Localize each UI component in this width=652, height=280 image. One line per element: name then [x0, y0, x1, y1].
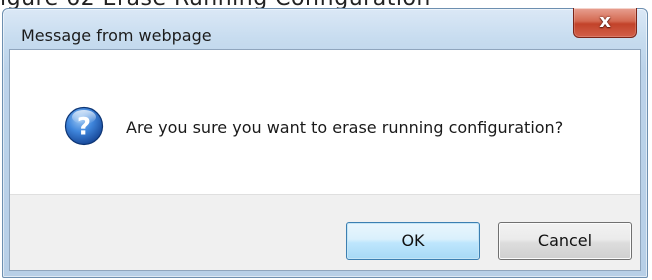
cancel-button[interactable]: Cancel — [498, 222, 632, 260]
dialog-body: ? Are you sure you want to erase running… — [9, 49, 641, 271]
dialog-button-bar: OK Cancel — [10, 194, 640, 270]
dialog-message: Are you sure you want to erase running c… — [126, 118, 564, 137]
svg-text:?: ? — [77, 113, 91, 141]
ok-button[interactable]: OK — [346, 222, 480, 260]
question-icon: ? — [64, 106, 104, 146]
background-page-text: igure 62 Erase Running Configuration — [0, 0, 431, 8]
dialog-titlebar[interactable]: Message from webpage x — [3, 8, 647, 49]
close-button[interactable]: x — [573, 8, 637, 38]
background-page: igure 62 Erase Running Configuration — [0, 0, 652, 8]
dialog-title: Message from webpage — [21, 26, 212, 45]
message-area: ? Are you sure you want to erase running… — [10, 50, 640, 194]
message-dialog: Message from webpage x ? Are you sure yo… — [2, 8, 648, 278]
close-icon: x — [599, 11, 611, 32]
